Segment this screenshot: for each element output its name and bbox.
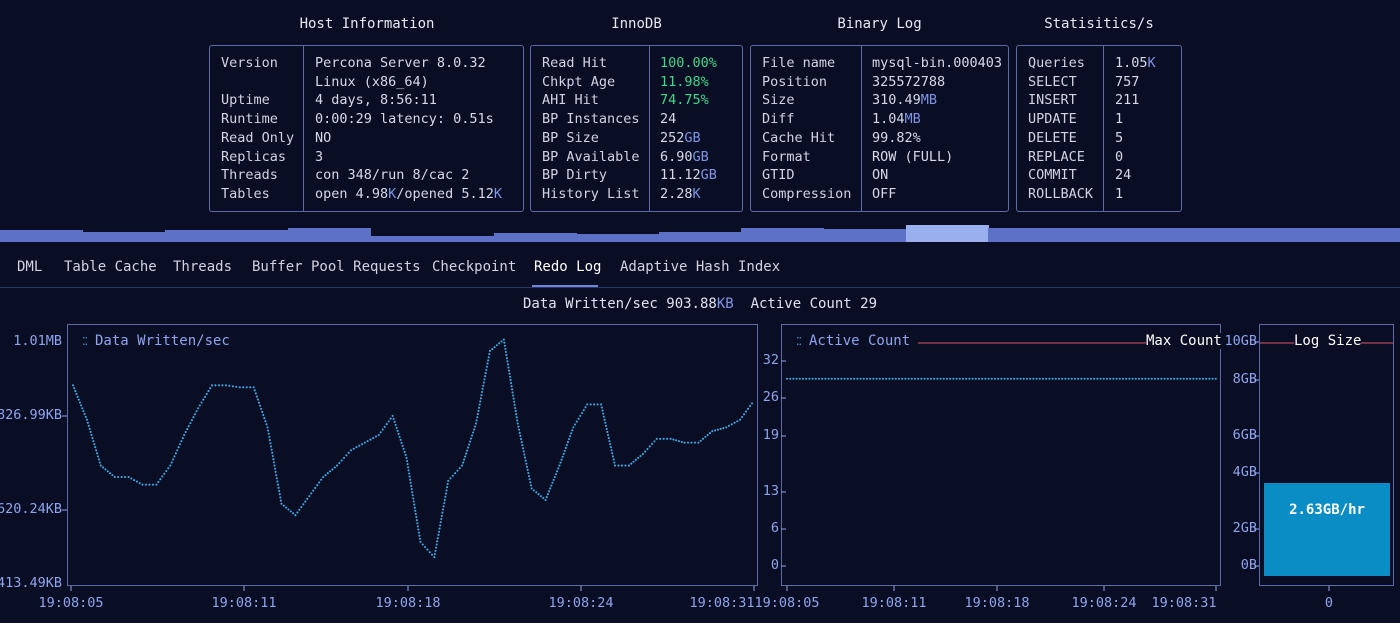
log-size-title: Log Size (1294, 333, 1362, 349)
log-size-bar-label: 2.63GB/hr (1289, 502, 1365, 518)
x-axis-tick-label: 0 (1324, 595, 1334, 611)
log-size-bar (1264, 482, 1390, 576)
log-size-max-line (1254, 341, 1393, 591)
